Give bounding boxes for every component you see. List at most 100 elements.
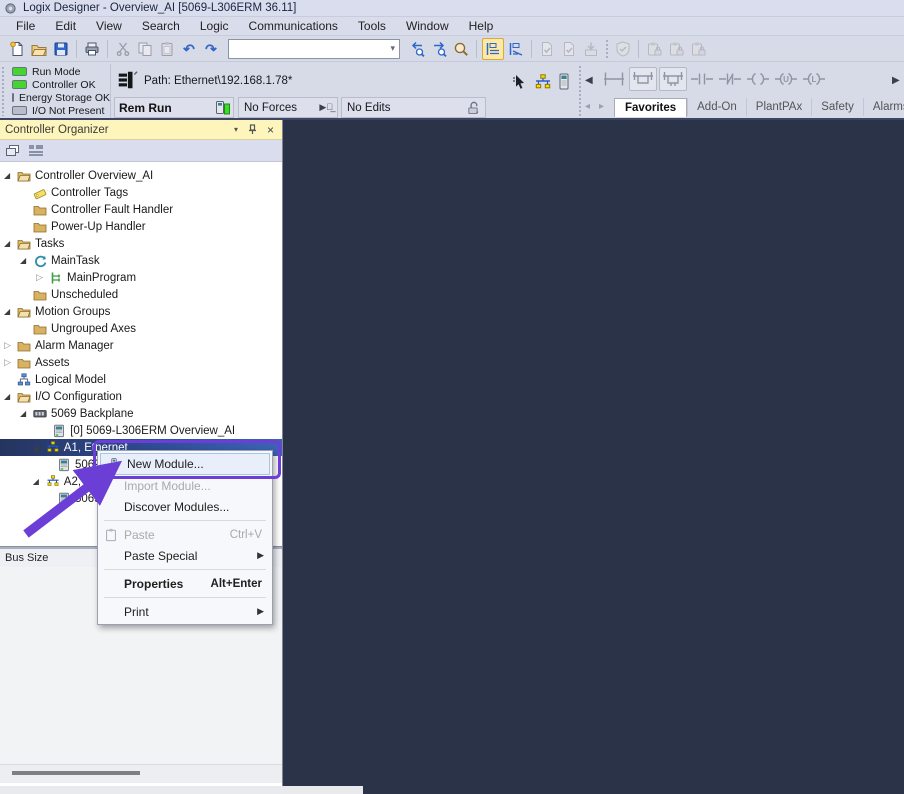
tree-item-ungrouped-axes[interactable]: Ungrouped Axes <box>0 320 282 337</box>
organizer-header[interactable]: Controller Organizer ▾ × <box>0 120 282 140</box>
print-icon[interactable] <box>82 39 102 59</box>
tree-item-label: Tasks <box>32 238 64 250</box>
ladder-toolbar: UL <box>600 67 828 91</box>
coil-unlatch-icon[interactable]: U <box>773 68 799 90</box>
menu-view[interactable]: View <box>86 17 132 35</box>
forces-dropdown-icon[interactable]: ▶＼̲ <box>319 102 337 113</box>
cascade-windows-icon[interactable] <box>5 144 20 158</box>
context-menu-item-paste-special[interactable]: Paste Special▶ <box>98 545 272 566</box>
expanded-arrow-icon[interactable]: ◢ <box>4 392 16 401</box>
menu-tools[interactable]: Tools <box>348 17 396 35</box>
led-indicator <box>12 93 14 102</box>
find-in-logic-icon[interactable] <box>451 39 471 59</box>
safety-shield-icon <box>613 39 633 59</box>
close-icon[interactable]: × <box>267 123 274 137</box>
unlocked-icon[interactable] <box>466 100 485 115</box>
scroll-left-icon[interactable]: ◀ <box>585 75 593 86</box>
branch-icon[interactable] <box>629 67 657 91</box>
organizer-view-icon[interactable] <box>28 144 44 157</box>
search-forward-icon[interactable] <box>429 39 449 59</box>
tab-favorites[interactable]: Favorites <box>614 98 687 117</box>
tree-item-power-up-handler[interactable]: Power-Up Handler <box>0 218 282 235</box>
tree-item-controller-tags[interactable]: Controller Tags <box>0 184 282 201</box>
led-label: Controller OK <box>32 79 96 91</box>
led-label: Run Mode <box>32 66 80 78</box>
search-backward-icon[interactable] <box>407 39 427 59</box>
tabs-scroll-right-icon[interactable]: ▸ <box>599 101 604 112</box>
tree-item-label: Logical Model <box>32 374 106 386</box>
menu-search[interactable]: Search <box>132 17 190 35</box>
run-module-icon <box>215 100 233 115</box>
controller-mode-button[interactable] <box>114 65 140 95</box>
context-menu-item-print[interactable]: Print▶ <box>98 601 272 622</box>
expanded-arrow-icon[interactable]: ◢ <box>4 307 16 316</box>
tab-alarms[interactable]: Alarms <box>863 98 904 116</box>
tree-item--0-5069-l306erm-overview-ai[interactable]: [0] 5069-L306ERM Overview_AI <box>0 422 282 439</box>
tree-item-maintask[interactable]: ◢MainTask <box>0 252 282 269</box>
scroll-right-icon[interactable]: ▶ <box>892 75 900 86</box>
coil-icon[interactable] <box>745 68 771 90</box>
tree-item-motion-groups[interactable]: ◢Motion Groups <box>0 303 282 320</box>
tab-plantpax[interactable]: PlantPAx <box>746 98 811 116</box>
tree-item-logical-model[interactable]: Logical Model <box>0 371 282 388</box>
tree-item-unscheduled[interactable]: Unscheduled <box>0 286 282 303</box>
expanded-arrow-icon[interactable]: ◢ <box>20 409 32 418</box>
tree-item-controller-fault-handler[interactable]: Controller Fault Handler <box>0 201 282 218</box>
tree-item-tasks[interactable]: ◢ Tasks <box>0 235 282 252</box>
expanded-arrow-icon[interactable]: ◢ <box>4 171 16 180</box>
tabs-scroll-left-icon[interactable]: ◂ <box>585 101 590 112</box>
menu-window[interactable]: Window <box>396 17 459 35</box>
coil-latch-icon[interactable]: L <box>801 68 827 90</box>
context-menu-item-properties[interactable]: PropertiesAlt+Enter <box>98 573 272 594</box>
tree-item-assets[interactable]: ▷Assets <box>0 354 282 371</box>
controller-rack-icon[interactable] <box>558 73 570 90</box>
redo-icon[interactable]: ↷ <box>201 39 221 59</box>
path-display[interactable]: Path: Ethernet\192.168.1.78* <box>144 75 292 87</box>
toolbar-separator <box>476 40 477 58</box>
scrollbar-thumb[interactable] <box>12 771 140 775</box>
tag-icon <box>32 186 48 200</box>
collapsed-arrow-icon[interactable]: ▷ <box>36 272 48 283</box>
contact-nc-icon[interactable] <box>717 68 743 90</box>
window-position-icon[interactable]: ▾ <box>234 125 238 134</box>
menu-file[interactable]: File <box>6 17 45 35</box>
tree-item-label: Controller Fault Handler <box>48 204 173 216</box>
rung-icon[interactable] <box>601 68 627 90</box>
tree-item-controller-overview-ai[interactable]: ◢Controller Overview_AI <box>0 167 282 184</box>
folder-icon <box>32 203 48 217</box>
whos-active-icon[interactable] <box>512 74 528 90</box>
expanded-arrow-icon[interactable]: ◢ <box>4 239 16 248</box>
menu-logic[interactable]: Logic <box>190 17 239 35</box>
toggle-final-edits-icon[interactable] <box>482 38 504 60</box>
led-indicator <box>12 67 27 76</box>
tab-safety[interactable]: Safety <box>811 98 863 116</box>
tree-item-alarm-manager[interactable]: ▷Alarm Manager <box>0 337 282 354</box>
tree-item-mainprogram[interactable]: ▷MainProgram <box>0 269 282 286</box>
save-icon[interactable] <box>51 39 71 59</box>
contact-no-icon[interactable] <box>689 68 715 90</box>
network-path-icon[interactable] <box>534 74 552 90</box>
pin-icon[interactable] <box>248 124 257 135</box>
collapsed-arrow-icon[interactable]: ▷ <box>4 340 16 351</box>
menu-communications[interactable]: Communications <box>239 17 348 35</box>
open-icon[interactable] <box>29 39 49 59</box>
menu-edit[interactable]: Edit <box>45 17 86 35</box>
new-icon[interactable] <box>7 39 27 59</box>
toggle-edits-view-icon[interactable] <box>506 39 526 59</box>
submenu-arrow-icon: ▶ <box>257 606 266 617</box>
menu-help[interactable]: Help <box>459 17 504 35</box>
branch-level-icon[interactable] <box>659 67 687 91</box>
verify-routine-icon <box>537 39 557 59</box>
tree-item-label: I/O Configuration <box>32 391 122 403</box>
tab-add-on[interactable]: Add-On <box>687 98 746 116</box>
tree-item-5069-backplane[interactable]: ◢5069 Backplane <box>0 405 282 422</box>
mode-box[interactable]: Rem Run <box>114 97 234 118</box>
undo-icon[interactable]: ↶ <box>179 39 199 59</box>
backplane-icon <box>32 407 48 421</box>
quick-search-combobox[interactable]: ▾ <box>228 39 400 59</box>
expanded-arrow-icon[interactable]: ◢ <box>20 256 32 265</box>
collapsed-arrow-icon[interactable]: ▷ <box>4 357 16 368</box>
tree-item-i-o-configuration[interactable]: ◢ I/O Configuration <box>0 388 282 405</box>
edits-box[interactable]: No Edits <box>341 97 486 118</box>
forces-box[interactable]: No Forces ▶＼̲ <box>238 97 338 118</box>
